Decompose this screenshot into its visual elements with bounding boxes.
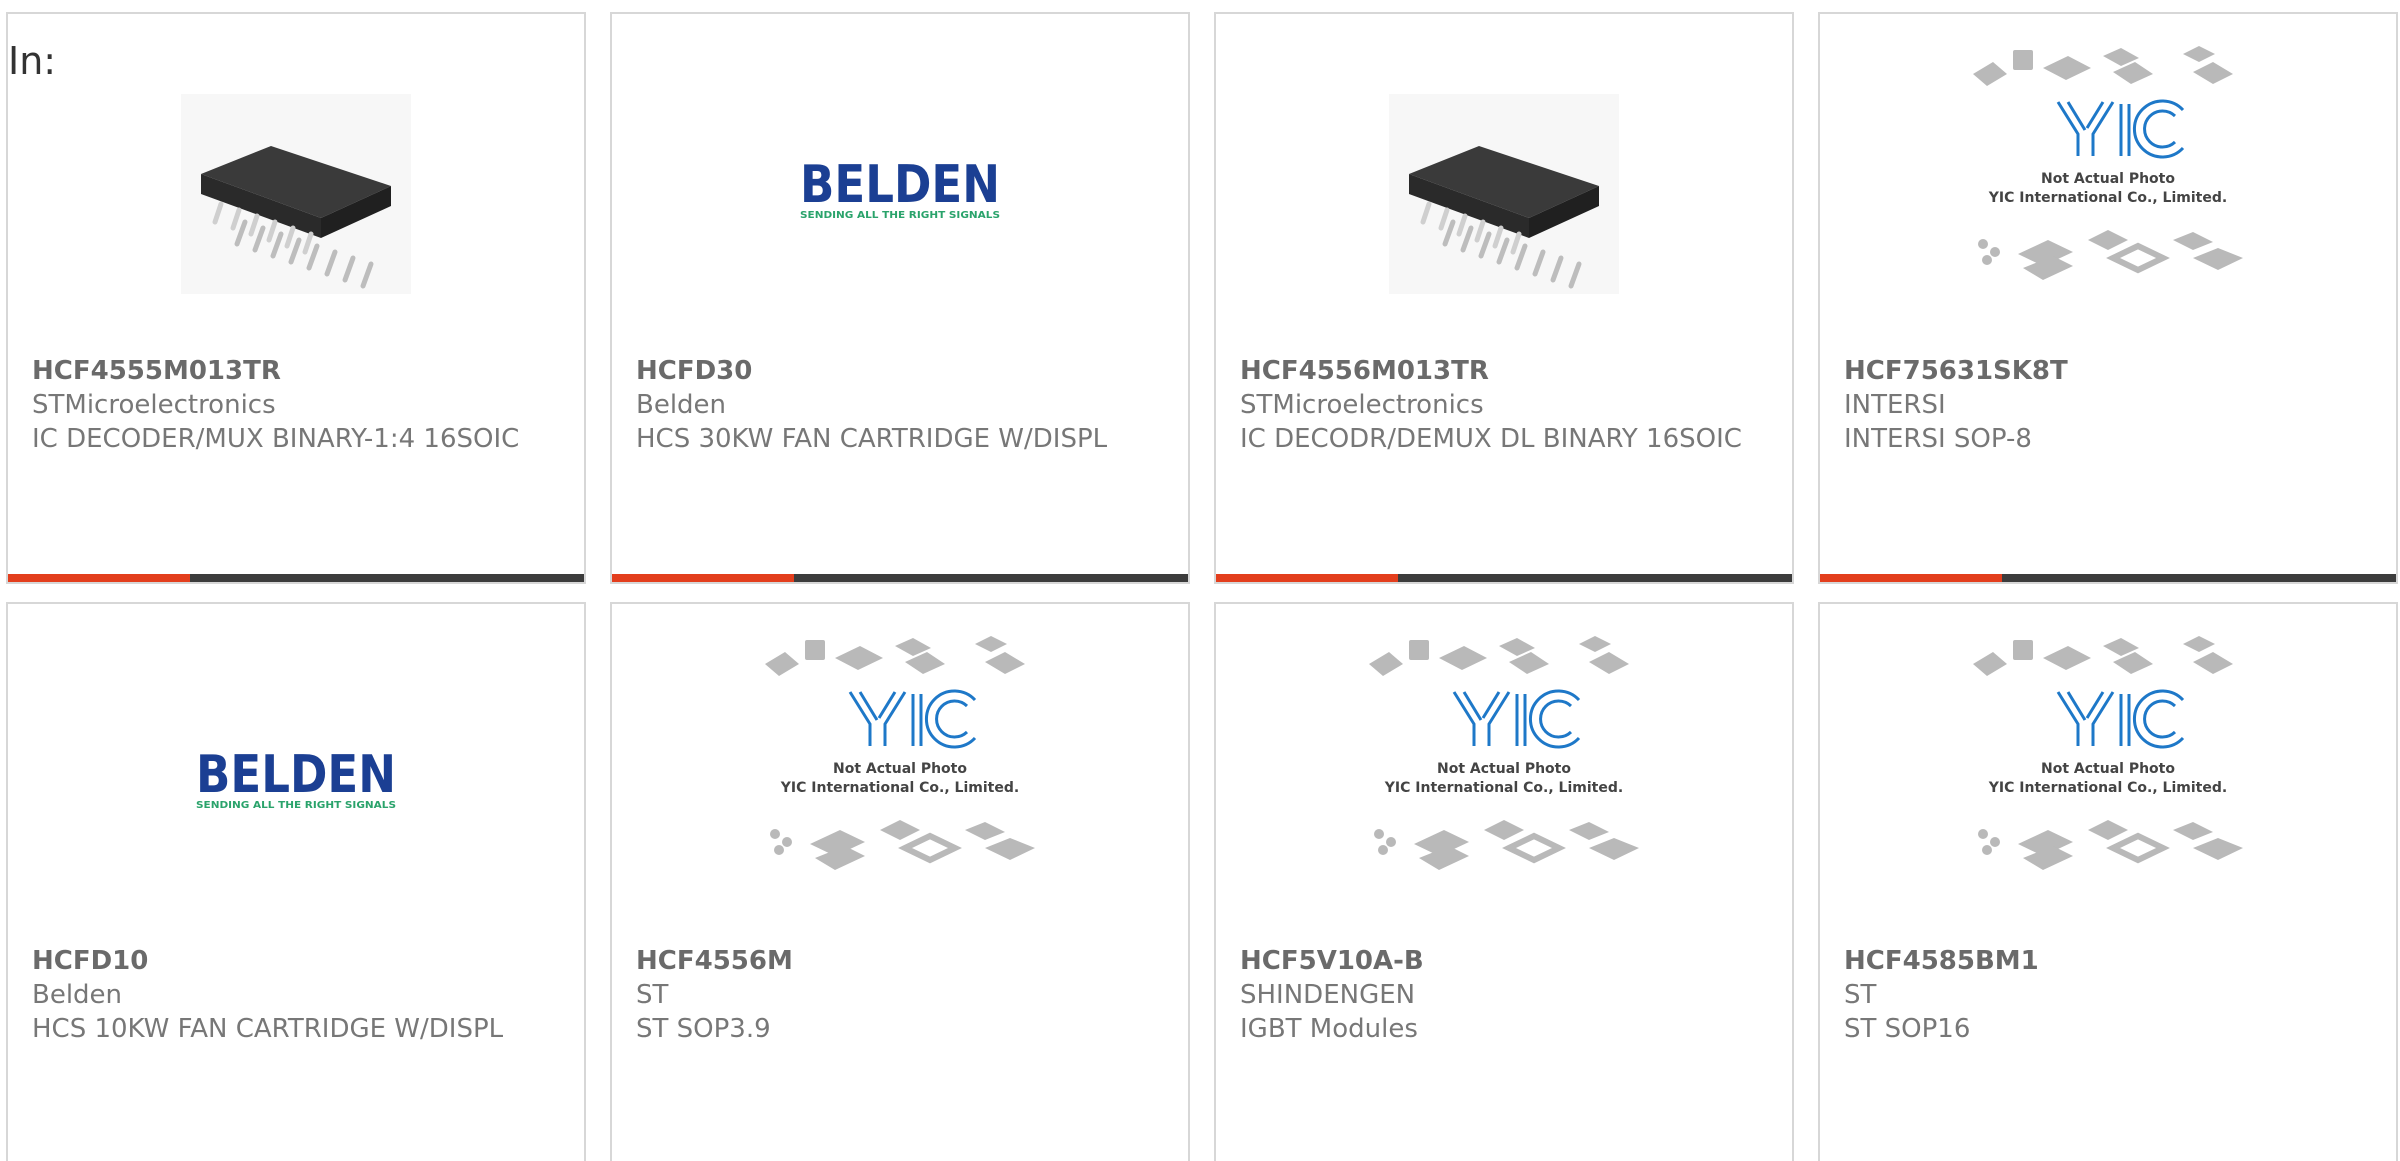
yic-placeholder-icon: Not Actual Photo YIC International Co., … <box>1973 46 2243 280</box>
card-accent <box>612 574 794 582</box>
placeholder-caption-line2: YIC International Co., Limited. <box>1384 780 1623 796</box>
logo-tagline: SENDING ALL THE RIGHT SIGNALS <box>196 800 396 811</box>
manufacturer-name: Belden <box>636 390 727 420</box>
manufacturer-name: STMicroelectronics <box>1240 390 1484 420</box>
product-info: HCF75631SK8T INTERSI INTERSI SOP-8 <box>1844 354 2376 456</box>
card-accent <box>8 574 190 582</box>
product-info: HCF4556M013TR STMicroelectronics IC DECO… <box>1240 354 1772 456</box>
product-card[interactable]: HCF4556M013TR STMicroelectronics IC DECO… <box>1214 12 1794 584</box>
product-card[interactable]: Not Actual Photo YIC International Co., … <box>1818 12 2398 584</box>
part-number-link[interactable]: HCF4585BM1 <box>1844 944 2376 978</box>
belden-logo-icon: BELDEN SENDING ALL THE RIGHT SIGNALS <box>800 155 1000 221</box>
product-card[interactable]: Not Actual Photo YIC International Co., … <box>610 602 1190 1161</box>
page-label: In: <box>8 39 57 83</box>
part-number-link[interactable]: HCF4556M013TR <box>1240 354 1772 388</box>
manufacturer-name: ST <box>1844 980 1877 1010</box>
placeholder-caption-line1: Not Actual Photo <box>2041 761 2175 777</box>
part-number-link[interactable]: HCF4556M <box>636 944 1168 978</box>
product-image[interactable]: Not Actual Photo YIC International Co., … <box>1216 636 1792 874</box>
logo-name: BELDEN <box>800 155 1000 215</box>
product-grid: HCF4555M013TR STMicroelectronics IC DECO… <box>0 0 2400 1161</box>
yic-placeholder-icon: Not Actual Photo YIC International Co., … <box>1973 636 2243 870</box>
product-description: IGBT Modules <box>1240 1014 1418 1044</box>
manufacturer-name: SHINDENGEN <box>1240 980 1416 1010</box>
product-image[interactable]: BELDEN SENDING ALL THE RIGHT SIGNALS <box>8 669 584 899</box>
product-image[interactable] <box>8 79 584 309</box>
manufacturer-name: Belden <box>32 980 123 1010</box>
part-number-link[interactable]: HCF4555M013TR <box>32 354 564 388</box>
product-info: HCF4555M013TR STMicroelectronics IC DECO… <box>32 354 564 456</box>
yic-placeholder-icon: Not Actual Photo YIC International Co., … <box>765 636 1035 870</box>
card-footer-bar <box>612 574 1188 582</box>
card-footer-bar <box>1216 574 1792 582</box>
manufacturer-name: INTERSI <box>1844 390 1946 420</box>
logo-name: BELDEN <box>196 745 396 805</box>
yic-placeholder-icon: Not Actual Photo YIC International Co., … <box>1369 636 1639 870</box>
product-description: INTERSI SOP-8 <box>1844 424 2032 454</box>
product-card[interactable]: BELDEN SENDING ALL THE RIGHT SIGNALS HCF… <box>610 12 1190 584</box>
part-number-link[interactable]: HCF5V10A-B <box>1240 944 1772 978</box>
product-description: ST SOP3.9 <box>636 1014 771 1044</box>
placeholder-caption-line1: Not Actual Photo <box>2041 171 2175 187</box>
product-card[interactable]: Not Actual Photo YIC International Co., … <box>1818 602 2398 1161</box>
product-description: IC DECODER/MUX BINARY-1:4 16SOIC <box>32 424 520 454</box>
part-number-link[interactable]: HCFD30 <box>636 354 1168 388</box>
product-image[interactable]: Not Actual Photo YIC International Co., … <box>1820 46 2396 284</box>
placeholder-caption-line2: YIC International Co., Limited. <box>1988 190 2227 206</box>
product-description: ST SOP16 <box>1844 1014 1971 1044</box>
manufacturer-name: ST <box>636 980 669 1010</box>
product-info: HCF5V10A-B SHINDENGEN IGBT Modules <box>1240 944 1772 1046</box>
product-image[interactable]: Not Actual Photo YIC International Co., … <box>612 636 1188 874</box>
card-accent <box>1820 574 2002 582</box>
placeholder-caption-line1: Not Actual Photo <box>833 761 967 777</box>
belden-logo-icon: BELDEN SENDING ALL THE RIGHT SIGNALS <box>196 745 396 811</box>
product-description: HCS 30KW FAN CARTRIDGE W/DISPL <box>636 424 1108 454</box>
part-number-link[interactable]: HCFD10 <box>32 944 564 978</box>
product-image[interactable]: BELDEN SENDING ALL THE RIGHT SIGNALS <box>612 79 1188 309</box>
part-number-link[interactable]: HCF75631SK8T <box>1844 354 2376 388</box>
card-footer-bar <box>1820 574 2396 582</box>
product-card[interactable]: HCF4555M013TR STMicroelectronics IC DECO… <box>6 12 586 584</box>
card-accent <box>1216 574 1398 582</box>
soic-chip-icon <box>181 94 411 294</box>
card-footer-bar <box>8 574 584 582</box>
product-info: HCFD10 Belden HCS 10KW FAN CARTRIDGE W/D… <box>32 944 564 1046</box>
placeholder-caption-line2: YIC International Co., Limited. <box>1988 780 2227 796</box>
placeholder-caption-line2: YIC International Co., Limited. <box>780 780 1019 796</box>
product-info: HCFD30 Belden HCS 30KW FAN CARTRIDGE W/D… <box>636 354 1168 456</box>
product-info: HCF4556M ST ST SOP3.9 <box>636 944 1168 1046</box>
product-description: HCS 10KW FAN CARTRIDGE W/DISPL <box>32 1014 504 1044</box>
product-description: IC DECODR/DEMUX DL BINARY 16SOIC <box>1240 424 1742 454</box>
product-info: HCF4585BM1 ST ST SOP16 <box>1844 944 2376 1046</box>
soic-chip-icon <box>1389 94 1619 294</box>
manufacturer-name: STMicroelectronics <box>32 390 276 420</box>
product-image[interactable]: Not Actual Photo YIC International Co., … <box>1820 636 2396 874</box>
placeholder-caption-line1: Not Actual Photo <box>1437 761 1571 777</box>
product-image[interactable] <box>1216 79 1792 309</box>
logo-tagline: SENDING ALL THE RIGHT SIGNALS <box>800 210 1000 221</box>
product-card[interactable]: BELDEN SENDING ALL THE RIGHT SIGNALS HCF… <box>6 602 586 1161</box>
product-card[interactable]: Not Actual Photo YIC International Co., … <box>1214 602 1794 1161</box>
